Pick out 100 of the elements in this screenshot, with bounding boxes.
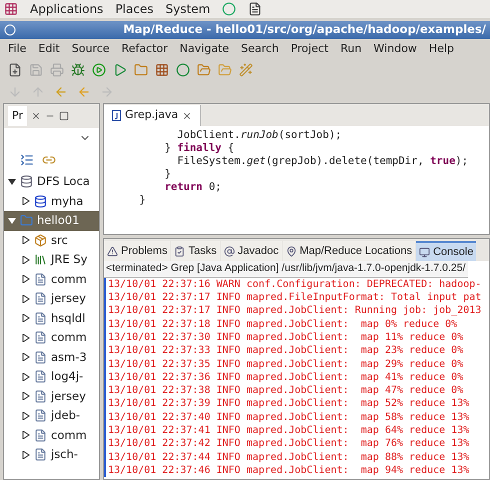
editor-tab[interactable]: Grep.java <box>104 105 202 126</box>
collapsed-triangle-icon[interactable] <box>22 236 30 244</box>
collapsed-triangle-icon[interactable] <box>22 275 30 284</box>
collapsed-triangle-icon[interactable] <box>22 392 30 400</box>
console-line: 13/10/01 22:37:36 INFO mapred.JobClient: map 41% reduce 0% <box>108 370 464 384</box>
run-icon[interactable] <box>113 63 127 77</box>
dfs-icon <box>20 175 33 188</box>
tree-item[interactable]: comm <box>4 426 99 445</box>
console-line: 13/10/01 22:37:33 INFO mapred.JobClient: map 23% reduce 0% <box>108 344 464 358</box>
warning-icon <box>107 246 118 256</box>
menu-item[interactable]: File <box>8 40 26 58</box>
collapsed-triangle-icon[interactable] <box>22 431 30 440</box>
tree-item-label: jsch- <box>51 446 78 464</box>
new-file-icon[interactable] <box>8 63 22 77</box>
panel-menu[interactable]: Applications <box>30 0 104 18</box>
maximize-icon[interactable] <box>58 111 69 121</box>
console-header: <terminated> Grep [Java Application] /usr/lib/jvm/java-1.7.0-openjdk-1.7.0.25/ <box>104 261 468 278</box>
tree-item[interactable]: log4j- <box>4 367 99 386</box>
console-line: 13/10/01 22:37:17 INFO mapred.JobClient: Running job: job_2013 <box>108 304 482 318</box>
collapsed-triangle-icon[interactable] <box>22 450 30 459</box>
panel-menu[interactable]: System <box>165 0 210 18</box>
tree-item[interactable]: myha <box>4 192 99 211</box>
console-line: 13/10/01 22:37:41 INFO mapred.JobClient: map 64% reduce 13% <box>108 424 470 438</box>
tree-item-label: comm <box>51 329 87 346</box>
collapsed-triangle-icon[interactable] <box>22 334 30 342</box>
tree-item[interactable]: jsch- <box>4 445 99 464</box>
tree-item-label: DFS Loca <box>37 173 90 190</box>
collapsed-triangle-icon[interactable] <box>22 412 30 420</box>
expanded-triangle-icon[interactable] <box>8 178 16 186</box>
menu-item[interactable]: Refactor <box>122 40 168 58</box>
collapsed-triangle-icon[interactable] <box>22 197 30 206</box>
bug-icon[interactable] <box>71 63 85 77</box>
panel-tab[interactable]: Map/Reduce Locations <box>282 241 416 261</box>
collapsed-triangle-icon[interactable] <box>22 294 30 303</box>
collapsed-triangle-icon[interactable] <box>22 353 30 362</box>
java-file-icon <box>112 110 121 121</box>
code-line: } <box>164 168 171 181</box>
tree-item-label: hsqldl <box>51 310 86 327</box>
menu-item[interactable]: Help <box>428 40 454 58</box>
tree-item[interactable]: src <box>4 230 99 250</box>
code-line: } finally { <box>164 142 234 155</box>
console-line: 13/10/01 22:37:17 INFO mapred.FileInputFormat: Total input pat <box>108 291 482 304</box>
code-line: } <box>138 194 146 207</box>
panel-tab[interactable]: Tasks <box>171 241 220 261</box>
panel-tab[interactable]: Javadoc <box>220 241 282 261</box>
window-title: Map/Reduce - hello01/src/org/apache/hadoop/examples/ <box>123 21 486 38</box>
tree-item-label: hello01 <box>37 212 80 230</box>
menu-item[interactable]: Window <box>374 40 417 58</box>
view-tab[interactable]: Pr <box>8 106 27 126</box>
library-icon <box>34 253 47 266</box>
panel-tab[interactable]: Problems <box>104 241 170 261</box>
close-icon[interactable] <box>30 111 41 121</box>
tree-item-label: jdeb- <box>51 407 80 424</box>
tree-item[interactable]: jersey <box>4 289 99 308</box>
panel-menu[interactable]: Places <box>115 0 154 18</box>
console-line: 13/10/01 22:37:18 INFO mapred.JobClient: map 0% reduce 0% <box>108 318 458 331</box>
console-line: 13/10/01 22:37:30 INFO mapred.JobClient: map 11% reduce 0% <box>108 330 464 344</box>
package-icon <box>34 234 47 247</box>
tree-item[interactable]: DFS Loca <box>4 172 99 192</box>
tree-item[interactable]: hsqldl <box>4 308 99 328</box>
tree-item[interactable]: hello01 <box>4 211 99 230</box>
menu-item[interactable]: Run <box>340 40 362 58</box>
collapse-all-icon[interactable] <box>20 153 34 167</box>
console-line: 13/10/01 22:37:38 INFO mapred.JobClient: map 47% reduce 0% <box>108 384 464 398</box>
console-line: 13/10/01 22:37:40 INFO mapred.JobClient: map 58% reduce 13% <box>108 410 470 424</box>
tree-item[interactable]: JRE Sy <box>4 250 99 270</box>
menu-item[interactable]: Edit <box>38 40 60 58</box>
menu-item[interactable]: Source <box>72 40 110 58</box>
console-line: 13/10/01 22:37:39 INFO mapred.JobClient: map 52% reduce 13% <box>108 397 470 411</box>
collapsed-triangle-icon[interactable] <box>22 314 30 322</box>
tree-item[interactable]: asm-3 <box>4 348 99 367</box>
collapsed-triangle-icon[interactable] <box>22 372 30 381</box>
tree-item-label: comm <box>51 426 87 444</box>
tree-item-label: src <box>51 232 68 249</box>
tree-item-label: asm-3 <box>51 348 87 366</box>
code-line: JobClient.runJob(sortJob); <box>176 129 342 142</box>
menu-item[interactable]: Project <box>290 40 328 58</box>
project-icon <box>20 214 33 228</box>
console-line: 13/10/01 22:37:44 INFO mapred.JobClient: map 88% reduce 13% <box>108 450 470 464</box>
tree-item[interactable]: jdeb- <box>4 406 99 426</box>
panel-tab[interactable]: Console <box>416 241 476 261</box>
tree-item-label: log4j- <box>51 368 84 386</box>
menu-item[interactable]: Search <box>241 40 279 58</box>
grid-icon[interactable] <box>155 63 169 77</box>
console-line: 13/10/01 22:37:46 INFO mapred.JobClient: map 94% reduce 13% <box>108 464 470 478</box>
tree-item[interactable]: comm <box>4 328 99 348</box>
notepad-icon[interactable] <box>248 2 262 16</box>
tree-item-label: myha <box>51 192 84 210</box>
console-line: 13/10/01 22:37:35 INFO mapred.JobClient: map 29% reduce 0% <box>108 358 464 371</box>
tree-item-label: JRE Sy <box>51 251 88 268</box>
tree-item[interactable]: comm <box>4 270 99 289</box>
tree-item[interactable]: jersey <box>4 386 99 406</box>
console-line: 13/10/01 22:37:16 WARN conf.Configuration: DEPRECATED: hadoop- <box>108 278 482 292</box>
expanded-triangle-icon[interactable] <box>8 216 16 225</box>
tree-item-label: jersey <box>51 388 86 405</box>
code-line: FileSystem.get(grepJob).delete(tempDir, true); <box>176 155 468 168</box>
menu-item[interactable]: Navigate <box>180 40 230 58</box>
close-icon[interactable] <box>182 110 192 120</box>
collapsed-triangle-icon[interactable] <box>22 256 30 264</box>
monitor-icon <box>419 246 430 258</box>
